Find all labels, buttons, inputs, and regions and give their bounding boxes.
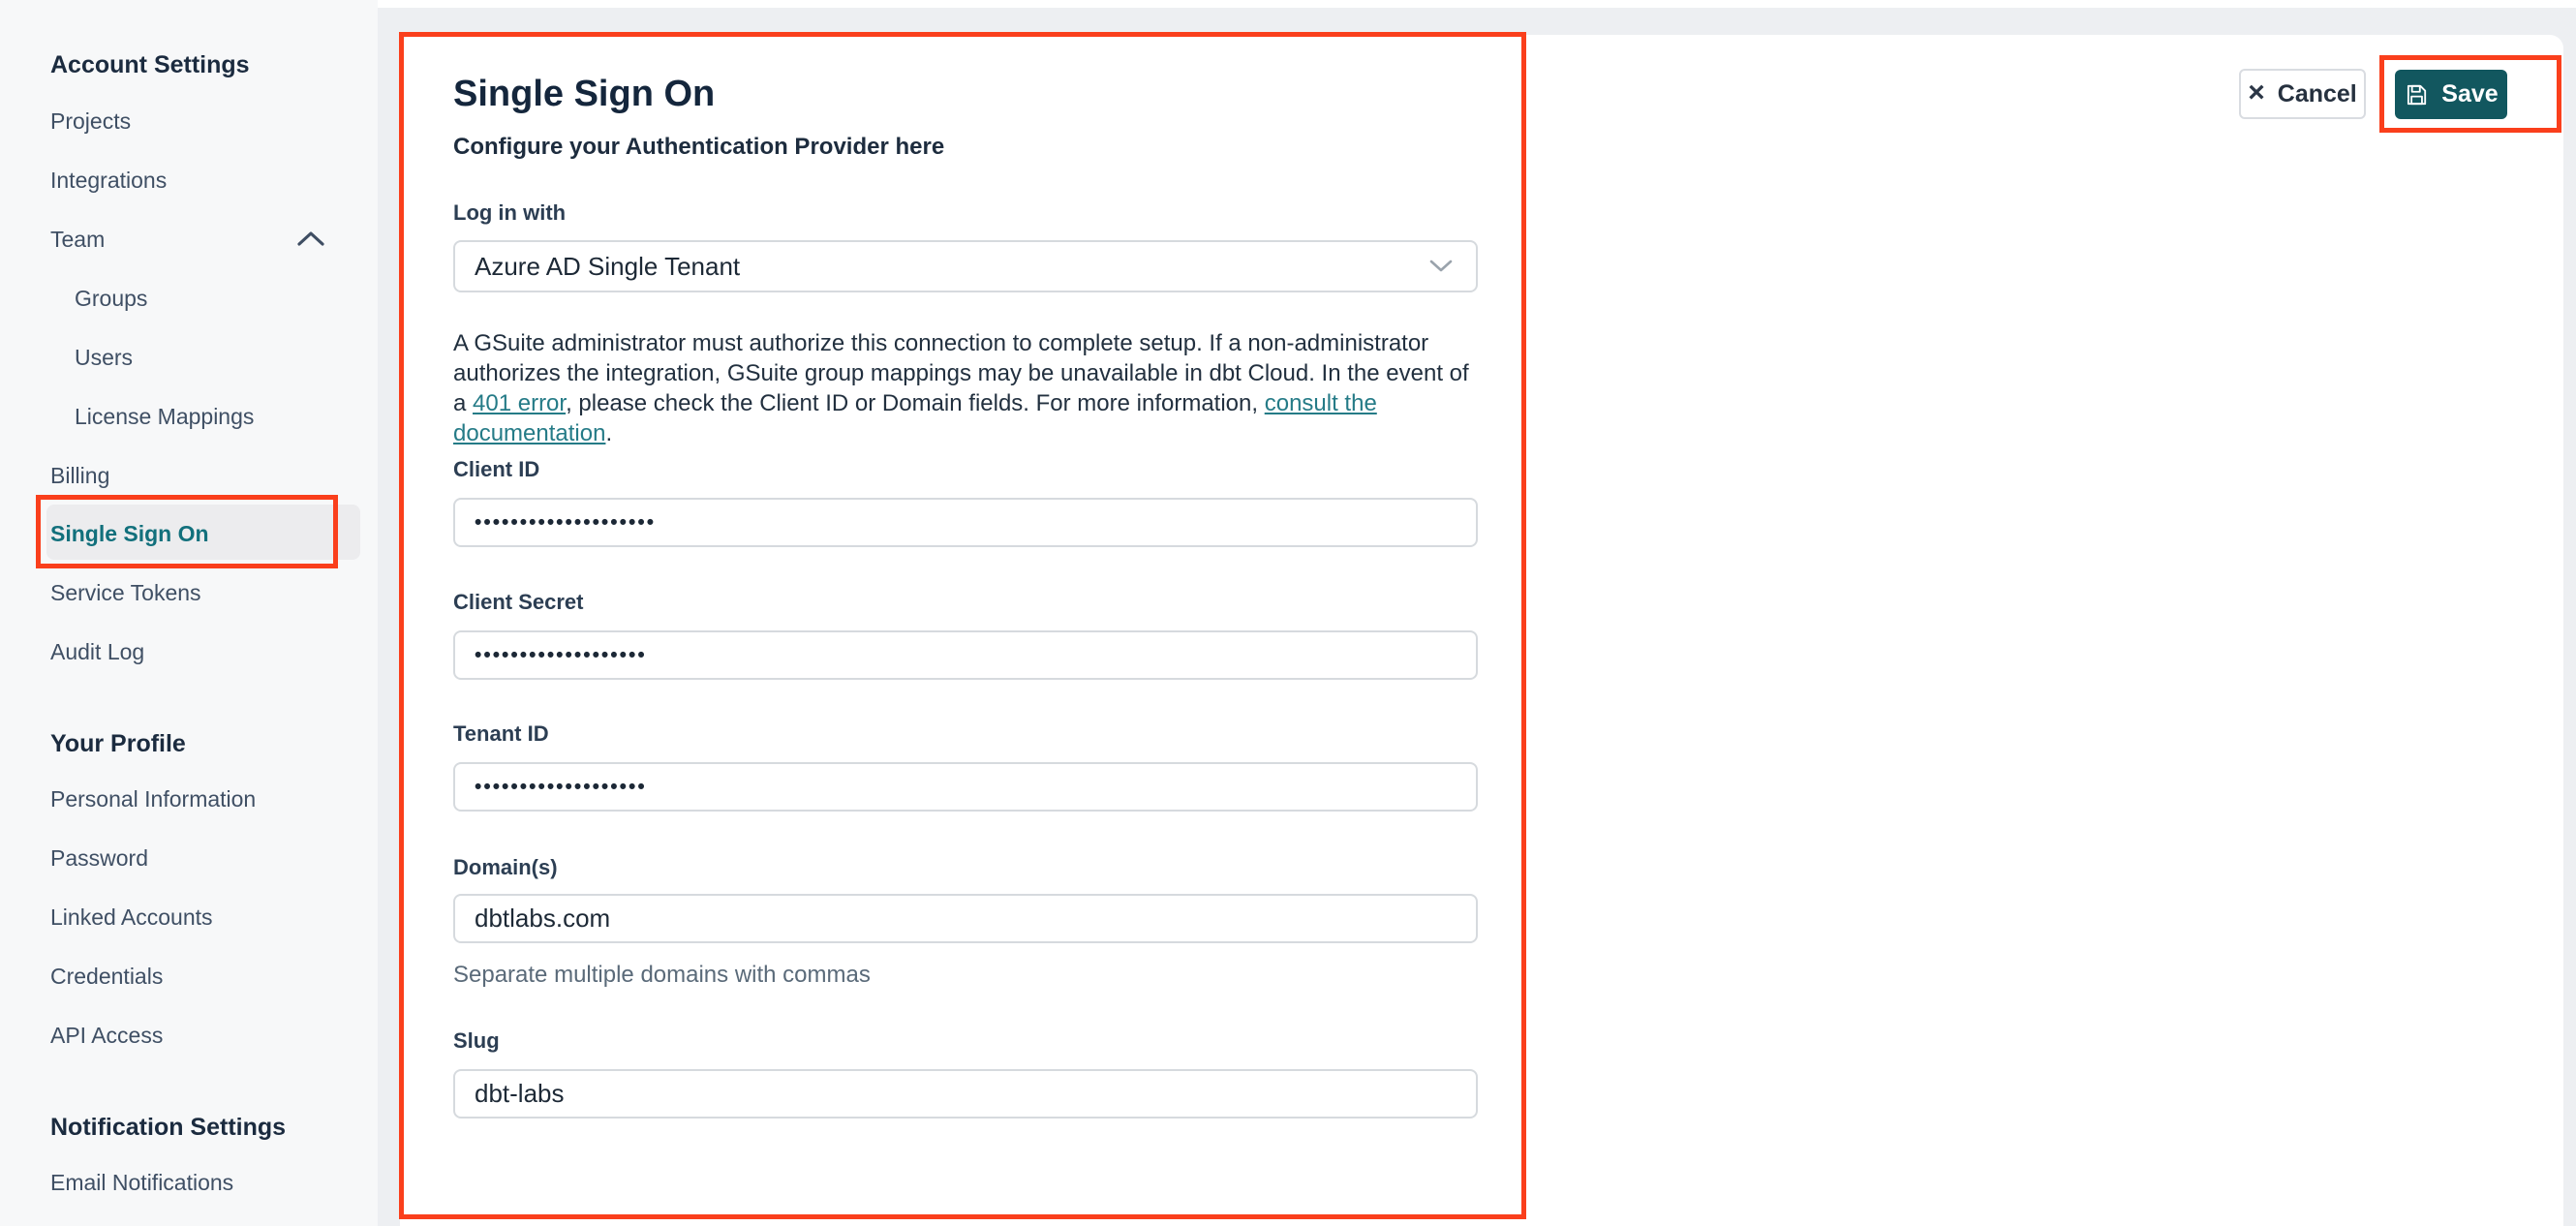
page-title: Single Sign On [453, 74, 716, 114]
client-secret-label: Client Secret [453, 590, 584, 614]
info-text-3: . [605, 420, 613, 446]
401-error-link[interactable]: 401 error [473, 390, 566, 416]
domains-input[interactable] [453, 894, 1478, 943]
save-disk-icon [2404, 82, 2429, 107]
sidebar-section-notification-settings: Notification Settings [50, 1114, 287, 1141]
login-with-label: Log in with [453, 200, 567, 225]
gsuite-info-text: A GSuite administrator must authorize th… [453, 328, 1480, 448]
slug-input[interactable] [453, 1069, 1478, 1119]
sidebar-section-your-profile: Your Profile [50, 730, 186, 757]
client-secret-input[interactable] [453, 630, 1478, 680]
page-subtitle: Configure your Authentication Provider h… [453, 134, 945, 160]
slug-label: Slug [453, 1028, 500, 1053]
sidebar-item-billing[interactable]: Billing [50, 461, 109, 490]
sidebar-item-groups[interactable]: Groups [75, 284, 147, 313]
sidebar-item-license-mappings[interactable]: License Mappings [75, 402, 254, 431]
close-icon: × [2248, 76, 2265, 108]
sidebar-item-linked-accounts[interactable]: Linked Accounts [50, 903, 213, 932]
cancel-button-label: Cancel [2277, 79, 2357, 107]
cancel-button[interactable]: × Cancel [2239, 69, 2366, 119]
sidebar-item-single-sign-on[interactable]: Single Sign On [50, 519, 209, 548]
domains-label: Domain(s) [453, 855, 558, 879]
sidebar-item-audit-log[interactable]: Audit Log [50, 637, 144, 666]
sidebar-item-api-access[interactable]: API Access [50, 1021, 163, 1050]
sidebar-item-email-notifications[interactable]: Email Notifications [50, 1168, 233, 1197]
sidebar-item-integrations[interactable]: Integrations [50, 166, 167, 195]
sidebar-item-team[interactable]: Team [50, 225, 105, 254]
tenant-id-input[interactable] [453, 762, 1478, 812]
client-id-label: Client ID [453, 457, 540, 481]
sidebar-item-credentials[interactable]: Credentials [50, 962, 163, 991]
tenant-id-label: Tenant ID [453, 721, 549, 746]
domains-helper-text: Separate multiple domains with commas [453, 962, 871, 988]
sidebar-item-personal-information[interactable]: Personal Information [50, 784, 256, 813]
top-strip [378, 0, 2576, 8]
sidebar-item-password[interactable]: Password [50, 843, 148, 873]
login-with-select[interactable]: Azure AD Single Tenant [453, 240, 1478, 292]
client-id-input[interactable] [453, 498, 1478, 547]
sidebar-item-projects[interactable]: Projects [50, 107, 131, 136]
settings-sidebar: Account Settings Projects Integrations T… [0, 0, 378, 1226]
sidebar-item-users[interactable]: Users [75, 343, 133, 372]
chevron-up-icon[interactable] [296, 230, 325, 252]
chevron-down-icon [1429, 260, 1453, 273]
sidebar-section-account-settings: Account Settings [50, 51, 250, 78]
save-button[interactable]: Save [2395, 70, 2507, 119]
info-text-2: , please check the Client ID or Domain f… [566, 390, 1265, 416]
sidebar-item-service-tokens[interactable]: Service Tokens [50, 578, 201, 607]
save-button-label: Save [2441, 80, 2499, 107]
login-with-value: Azure AD Single Tenant [475, 251, 741, 281]
